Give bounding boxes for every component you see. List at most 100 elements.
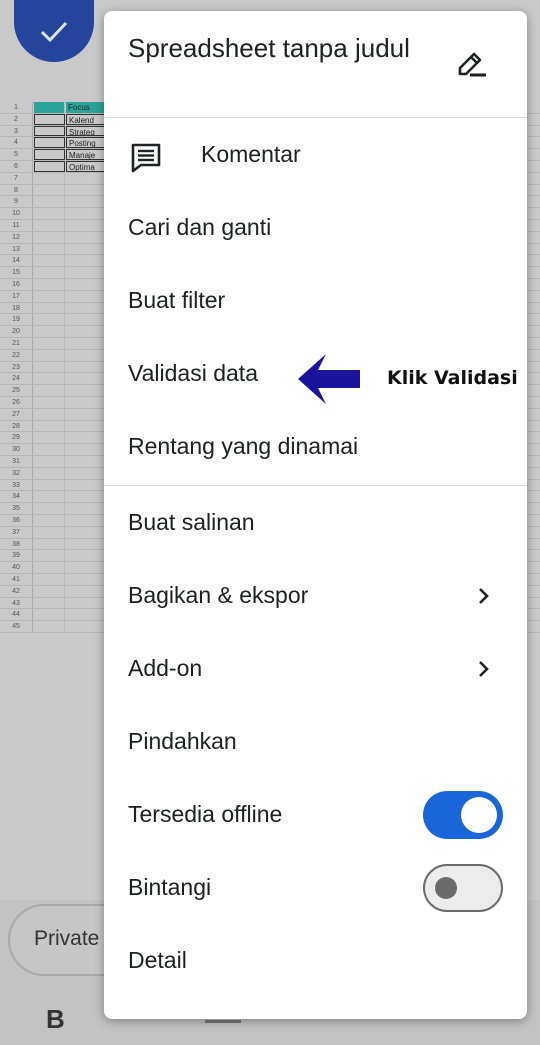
- sheet-cell: [66, 208, 106, 219]
- sheet-cell: [66, 326, 106, 337]
- row-number: 17: [0, 290, 33, 302]
- sheet-cell: [34, 338, 65, 349]
- menu-item-label: Add-on: [128, 655, 203, 681]
- sheet-cell: [34, 515, 65, 526]
- menu-item-komentar[interactable]: Komentar: [104, 118, 527, 191]
- row-number: 19: [0, 314, 33, 326]
- toggle-knob: [461, 796, 497, 833]
- row-number: 42: [0, 585, 33, 597]
- menu-item-add-on[interactable]: Add-on: [104, 632, 527, 705]
- sheet-cell: Optima: [66, 161, 106, 172]
- sheet-cell: [34, 255, 65, 267]
- row-number: 23: [0, 361, 33, 373]
- offline-toggle[interactable]: [423, 790, 503, 839]
- row-number: 16: [0, 279, 33, 290]
- row-number: 6: [0, 161, 33, 172]
- menu-item-tersedia-offline[interactable]: Tersedia offline: [104, 778, 527, 851]
- sheet-cell: [66, 350, 106, 361]
- row-number: 22: [0, 349, 33, 361]
- row-number: 35: [0, 503, 33, 514]
- edit-pencil-icon[interactable]: [454, 47, 490, 83]
- bold-button[interactable]: B: [46, 1004, 65, 1035]
- sheet-cell: [66, 362, 106, 373]
- sheet-cell: [34, 184, 65, 196]
- sheet-cell: [66, 586, 106, 597]
- sheet-cell: [34, 503, 65, 514]
- sheet-cell: [34, 609, 65, 621]
- row-number: 29: [0, 432, 33, 444]
- row-number: 41: [0, 574, 33, 585]
- sheet-cell: Focus: [66, 102, 106, 113]
- row-number: 33: [0, 479, 33, 491]
- menu-item-rentang-yang-dinamai[interactable]: Rentang yang dinamai: [104, 410, 527, 483]
- sheet-cell: [66, 491, 106, 502]
- sheet-cell: [34, 385, 65, 396]
- sheet-cell: [66, 421, 106, 432]
- sheet-cell: [66, 267, 106, 278]
- menu-item-buat-filter[interactable]: Buat filter: [104, 264, 527, 337]
- sheet-cell: [34, 290, 65, 302]
- sheet-cell: [34, 314, 65, 326]
- row-number: 13: [0, 243, 33, 255]
- row-number: 4: [0, 137, 33, 149]
- sheet-cell: [66, 279, 106, 290]
- toggle-knob: [435, 876, 457, 899]
- sheet-cell: [66, 432, 106, 443]
- done-button[interactable]: [14, 0, 94, 62]
- sheet-cell: [66, 255, 106, 266]
- sheet-cell: [66, 456, 106, 467]
- row-number: 1: [0, 102, 33, 113]
- sheet-cell: [66, 574, 106, 585]
- row-number: 8: [0, 184, 33, 196]
- row-number: 36: [0, 515, 33, 526]
- align-icon[interactable]: [205, 1020, 241, 1023]
- menu-header: Spreadsheet tanpa judul: [104, 11, 527, 118]
- row-number: 20: [0, 326, 33, 337]
- sheet-cell: [66, 291, 106, 302]
- sheet-cell: [34, 550, 65, 562]
- sheet-cell: [66, 515, 106, 526]
- menu-item-detail[interactable]: Detail: [104, 924, 527, 997]
- sheet-cell: [66, 539, 106, 550]
- row-number: 9: [0, 196, 33, 208]
- comment-icon: [131, 143, 161, 173]
- row-number: 21: [0, 338, 33, 349]
- row-number: 25: [0, 385, 33, 396]
- row-number: 43: [0, 597, 33, 609]
- chevron-right-icon: [479, 587, 489, 604]
- sheet-cell: [66, 373, 106, 384]
- row-number: 5: [0, 149, 33, 160]
- menu-item-label: Cari dan ganti: [128, 214, 272, 240]
- star-toggle[interactable]: [423, 863, 503, 912]
- sheet-cell: [34, 231, 65, 243]
- sheet-cell: [66, 244, 106, 255]
- menu-item-cari-dan-ganti[interactable]: Cari dan ganti: [104, 191, 527, 264]
- menu-item-bagikan-ekspor[interactable]: Bagikan & ekspor: [104, 559, 527, 632]
- sheet-cell: [34, 172, 65, 184]
- menu-item-bintangi[interactable]: Bintangi: [104, 851, 527, 924]
- sheet-cell: [66, 468, 106, 479]
- sheet-cell: [34, 373, 65, 385]
- sheet-cell: [34, 196, 65, 208]
- row-number: 26: [0, 397, 33, 408]
- sheet-cell: [66, 562, 106, 573]
- menu-item-label: Buat filter: [128, 287, 226, 313]
- menu-item-pindahkan[interactable]: Pindahkan: [104, 705, 527, 778]
- sheet-cell: [34, 491, 65, 503]
- row-number: 40: [0, 562, 33, 573]
- sheet-cell: [34, 102, 65, 113]
- arrow-left-icon: [298, 354, 360, 404]
- row-number: 3: [0, 125, 33, 137]
- menu-item-label: Validasi data: [128, 360, 258, 386]
- menu-item-buat-salinan[interactable]: Buat salinan: [104, 486, 527, 559]
- row-number: 37: [0, 526, 33, 538]
- row-number: 28: [0, 420, 33, 432]
- sheet-cell: [66, 444, 106, 455]
- sheet-cell: [34, 349, 65, 361]
- menu-item-label: Komentar: [201, 141, 301, 167]
- sheet-cell: [66, 609, 106, 620]
- check-icon: [40, 21, 68, 43]
- sheet-cell: [34, 538, 65, 550]
- menu-item-label: Tersedia offline: [128, 801, 283, 827]
- sheet-cell: Posting: [66, 137, 106, 149]
